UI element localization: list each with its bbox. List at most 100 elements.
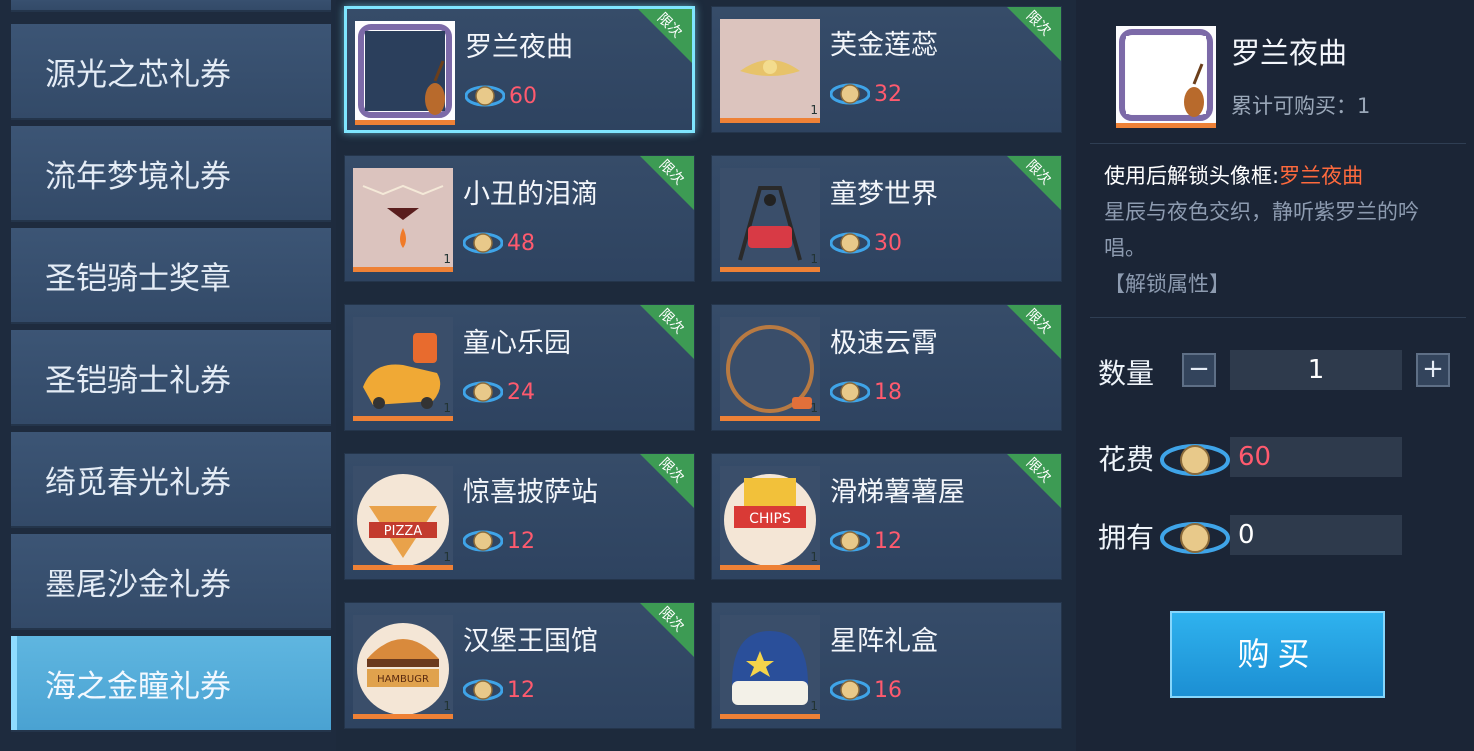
item-name: 惊喜披萨站 — [463, 477, 598, 508]
price-value: 12 — [507, 677, 535, 703]
currency-coin-icon — [462, 528, 504, 554]
item-name: 罗兰夜曲 — [465, 32, 573, 63]
currency-coin-icon — [829, 230, 871, 256]
thumb-sign-text: PIZZA — [384, 524, 422, 539]
item-qty: 1 — [443, 550, 451, 564]
thumb-bar — [720, 416, 820, 421]
item-card-jisu[interactable]: 1 极速云霄 18 限次 — [711, 304, 1062, 431]
item-qty: 1 — [443, 699, 451, 713]
thumb-bar — [353, 565, 453, 570]
thumb-sign-text: CHIPS — [749, 511, 791, 527]
item-card-pizza[interactable]: PIZZA 1 惊喜披萨站 12 限次 — [344, 453, 695, 580]
thumb-bar — [353, 416, 453, 421]
loop-coaster-icon: 1 — [720, 317, 820, 421]
item-price: 60 — [464, 83, 537, 109]
item-name: 小丑的泪滴 — [463, 179, 598, 210]
thumb-bar — [720, 267, 820, 272]
item-price: 12 — [829, 528, 902, 554]
item-card-xiaochou[interactable]: 1 小丑的泪滴 48 限次 — [344, 155, 695, 282]
cost-label: 花费 — [1098, 443, 1155, 476]
flavor-text: 星辰与夜色交织，静听紫罗兰的吟唱。 — [1104, 200, 1419, 260]
price-value: 12 — [874, 528, 902, 554]
increase-quantity-button[interactable]: + — [1416, 353, 1450, 387]
unlock-text: 使用后解锁头像框: — [1104, 164, 1280, 188]
item-card-tongxin[interactable]: 1 童心乐园 24 限次 — [344, 304, 695, 431]
violin-frame-icon — [1116, 26, 1216, 128]
sidebar-item-label: 海之金瞳礼券 — [45, 668, 231, 705]
sidebar-item-label: 源光之芯礼券 — [45, 56, 231, 93]
quantity-label: 数量 — [1098, 357, 1155, 390]
decrease-quantity-button[interactable]: − — [1182, 353, 1216, 387]
item-qty: 1 — [810, 252, 818, 266]
item-card-luolan[interactable]: 罗兰夜曲 60 限次 — [344, 6, 695, 133]
sidebar-item-mowei[interactable]: 墨尾沙金礼券 — [11, 534, 331, 630]
thumb-bar — [720, 714, 820, 719]
item-card-hamburger[interactable]: HAMBUGR 1 汉堡王国馆 12 限次 — [344, 602, 695, 729]
unlock-item-name: 罗兰夜曲 — [1279, 164, 1364, 188]
item-name: 极速云霄 — [830, 328, 938, 359]
currency-coin-icon — [829, 81, 871, 107]
price-value: 32 — [874, 81, 902, 107]
item-price: 12 — [462, 677, 535, 703]
item-price: 12 — [462, 528, 535, 554]
sidebar-item-label: 圣铠骑士礼券 — [45, 362, 231, 399]
divider — [1090, 317, 1466, 318]
sidebar-item-shengkai-voucher[interactable]: 圣铠骑士礼券 — [11, 330, 331, 426]
sidebar-item-liunian[interactable]: 流年梦境礼券 — [11, 126, 331, 222]
price-value: 16 — [874, 677, 902, 703]
hamburger-house-icon: HAMBUGR 1 — [353, 615, 453, 719]
lotus-frame-icon: 1 — [720, 19, 820, 123]
sidebar-item-label: 墨尾沙金礼券 — [45, 566, 231, 603]
category-sidebar: 源光之芯礼券 流年梦境礼券 圣铠骑士奖章 圣铠骑士礼券 绮觅春光礼券 墨尾沙金礼… — [0, 0, 336, 751]
item-card-chips[interactable]: CHIPS 1 滑梯薯薯屋 12 限次 — [711, 453, 1062, 580]
currency-coin-icon — [829, 528, 871, 554]
sidebar-item-label: 绮觅春光礼券 — [45, 464, 231, 501]
bumper-car-icon: 1 — [353, 317, 453, 421]
item-name: 芙金莲蕊 — [830, 30, 938, 61]
item-name: 滑梯薯薯屋 — [830, 477, 965, 508]
currency-coin-icon — [829, 379, 871, 405]
item-card-tongmeng[interactable]: 1 童梦世界 30 限次 — [711, 155, 1062, 282]
owned-label: 拥有 — [1098, 521, 1155, 554]
sidebar-item-shengkai-medal[interactable]: 圣铠骑士奖章 — [11, 228, 331, 324]
sidebar-item-haizhi-active[interactable]: 海之金瞳礼券 — [11, 636, 331, 732]
owned-value: 0 — [1230, 515, 1402, 555]
quantity-input[interactable]: 1 — [1230, 350, 1402, 390]
sidebar-item-label: 流年梦境礼券 — [45, 158, 231, 195]
item-qty: 1 — [810, 699, 818, 713]
sidebar-item-label: 圣铠骑士奖章 — [45, 260, 231, 297]
item-card-xingzhen[interactable]: 1 星阵礼盒 16 — [711, 602, 1062, 729]
purchase-limit-label: 累计可购买： — [1231, 94, 1357, 118]
sidebar-item-qimi[interactable]: 绮觅春光礼券 — [11, 432, 331, 528]
detail-title: 罗兰夜曲 — [1231, 36, 1348, 70]
clown-tear-icon: 1 — [353, 168, 453, 272]
unlock-attributes-link[interactable]: 【解锁属性】 — [1104, 272, 1230, 296]
item-price: 24 — [462, 379, 535, 405]
item-qty: 1 — [810, 401, 818, 415]
price-value: 30 — [874, 230, 902, 256]
item-price: 48 — [462, 230, 535, 256]
item-grid: 罗兰夜曲 60 限次 1 芙金莲蕊 32 限次 1 小丑的泪滴 48 限次 1 … — [336, 0, 1076, 751]
item-detail-panel: 罗兰夜曲 累计可购买：1 使用后解锁头像框:罗兰夜曲 星辰与夜色交织，静听紫罗兰… — [1076, 0, 1474, 751]
thumb-bar — [353, 714, 453, 719]
divider — [1090, 143, 1466, 144]
buy-button[interactable]: 购买 — [1170, 611, 1385, 698]
item-card-fujin[interactable]: 1 芙金莲蕊 32 限次 — [711, 6, 1062, 133]
currency-coin-icon — [462, 379, 504, 405]
item-qty: 1 — [810, 103, 818, 117]
price-value: 18 — [874, 379, 902, 405]
currency-coin-icon — [1160, 440, 1230, 480]
violin-frame-icon — [355, 21, 455, 125]
cost-value: 60 — [1230, 437, 1402, 477]
item-price: 30 — [829, 230, 902, 256]
currency-coin-icon — [829, 677, 871, 703]
sidebar-item-partial[interactable] — [11, 0, 331, 12]
item-price: 32 — [829, 81, 902, 107]
pirate-ship-ride-icon: 1 — [720, 168, 820, 272]
sidebar-item-yuanguang[interactable]: 源光之芯礼券 — [11, 24, 331, 120]
detail-description: 使用后解锁头像框:罗兰夜曲 星辰与夜色交织，静听紫罗兰的吟唱。 【解锁属性】 — [1104, 158, 1449, 302]
item-price: 18 — [829, 379, 902, 405]
item-qty: 1 — [443, 252, 451, 266]
thumb-sign-text: HAMBUGR — [377, 674, 429, 685]
chips-house-icon: CHIPS 1 — [720, 466, 820, 570]
